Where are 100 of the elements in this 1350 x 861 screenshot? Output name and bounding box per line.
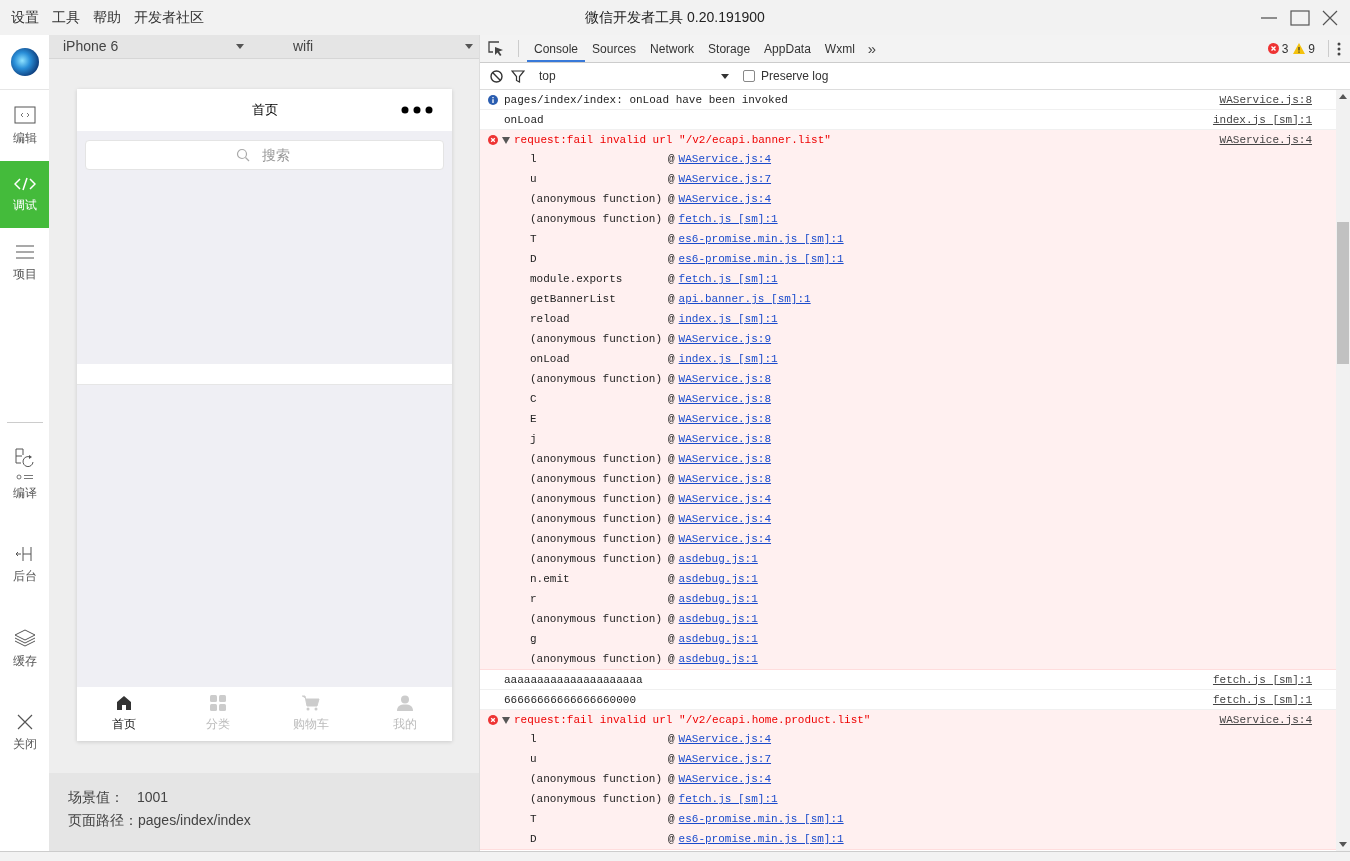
- at-sign: @: [668, 593, 675, 605]
- stack-link[interactable]: asdebug.js:1: [678, 633, 758, 645]
- stack-link[interactable]: asdebug.js:1: [678, 553, 758, 565]
- devtools-tab[interactable]: Wxml: [817, 35, 862, 62]
- stack-link[interactable]: WAService.js:4: [678, 193, 772, 205]
- stack-link[interactable]: WAService.js:8: [678, 413, 772, 425]
- stack-link[interactable]: WAService.js:8: [678, 453, 772, 465]
- at-sign: @: [668, 353, 675, 365]
- stack-link[interactable]: fetch.js [sm]:1: [678, 793, 778, 805]
- stack-link[interactable]: asdebug.js:1: [678, 653, 758, 665]
- devtools-tab[interactable]: Console: [527, 35, 586, 62]
- maximize-icon[interactable]: [1290, 9, 1310, 26]
- preserve-log-checkbox[interactable]: Preserve log: [743, 69, 829, 83]
- tab-bar-item[interactable]: 首页: [77, 686, 171, 741]
- scroll-thumb[interactable]: [1337, 222, 1349, 364]
- search-field[interactable]: 搜索: [85, 139, 444, 170]
- stack-function: (anonymous function): [530, 213, 664, 225]
- stack-link[interactable]: fetch.js [sm]:1: [678, 273, 778, 285]
- menu-item[interactable]: 工具: [52, 8, 80, 27]
- at-sign: @: [668, 153, 675, 165]
- context-select[interactable]: top: [533, 69, 729, 83]
- at-sign: @: [668, 533, 675, 545]
- stack-link[interactable]: asdebug.js:1: [678, 613, 758, 625]
- source-link[interactable]: fetch.js [sm]:1: [1212, 673, 1312, 686]
- network-select[interactable]: wifi: [293, 38, 478, 55]
- stack-link[interactable]: WAService.js:4: [678, 153, 772, 165]
- stack-link[interactable]: WAService.js:4: [678, 533, 772, 545]
- stack-link[interactable]: es6-promise.min.js [sm]:1: [678, 813, 844, 825]
- clear-icon[interactable]: [490, 69, 503, 83]
- sidebar-item[interactable]: 后台: [0, 530, 49, 599]
- devtools-tab[interactable]: Network: [643, 35, 702, 62]
- stack-link[interactable]: WAService.js:8: [678, 393, 772, 405]
- at-sign: @: [668, 453, 675, 465]
- source-link[interactable]: WAService.js:4: [1219, 133, 1312, 146]
- refresh-page-icon: [13, 447, 36, 469]
- sidebar-item[interactable]: 编译: [0, 431, 49, 516]
- stack-function: onLoad: [530, 353, 571, 365]
- stack-link[interactable]: asdebug.js:1: [678, 573, 758, 585]
- at-sign: @: [668, 493, 675, 505]
- stack-link[interactable]: WAService.js:8: [678, 433, 772, 445]
- avatar[interactable]: [10, 48, 39, 76]
- at-sign: @: [668, 773, 675, 785]
- source-link[interactable]: WAService.js:4: [1219, 713, 1312, 726]
- caret-down-icon[interactable]: [502, 135, 510, 144]
- settings-icon: [15, 473, 34, 481]
- warning-count: 9: [1308, 41, 1315, 56]
- devtools-tab[interactable]: Sources: [585, 35, 644, 62]
- stack-function: (anonymous function): [530, 513, 664, 525]
- source-link[interactable]: WAService.js:8: [1219, 93, 1312, 106]
- sidebar-item[interactable]: 关闭: [0, 698, 49, 767]
- stack-link[interactable]: asdebug.js:1: [678, 593, 758, 605]
- stack-link[interactable]: WAService.js:4: [678, 773, 772, 785]
- stack-link[interactable]: es6-promise.min.js [sm]:1: [678, 833, 844, 845]
- scrollbar[interactable]: [1336, 90, 1350, 851]
- devtools-tab[interactable]: Storage: [701, 35, 758, 62]
- scroll-up-icon[interactable]: [1339, 94, 1347, 99]
- sidebar-item[interactable]: 缓存: [0, 613, 49, 684]
- stack-link[interactable]: WAService.js:9: [678, 333, 772, 345]
- stack-link[interactable]: WAService.js:7: [678, 753, 772, 765]
- kebab-menu-icon[interactable]: [1337, 41, 1341, 56]
- error-count: 3: [1281, 41, 1289, 56]
- stack-link[interactable]: WAService.js:8: [678, 473, 772, 485]
- inspect-icon[interactable]: [488, 40, 504, 57]
- cart-icon: [302, 694, 321, 711]
- stack-link[interactable]: WAService.js:4: [678, 733, 772, 745]
- source-link[interactable]: index.js [sm]:1: [1212, 113, 1312, 126]
- stack-link[interactable]: WAService.js:4: [678, 493, 772, 505]
- devtools-tab[interactable]: AppData: [757, 35, 818, 62]
- stack-link[interactable]: es6-promise.min.js [sm]:1: [678, 253, 844, 265]
- stack-link[interactable]: api.banner.js [sm]:1: [678, 293, 811, 305]
- info-value: 1001: [137, 788, 169, 805]
- menu-item[interactable]: 开发者社区: [134, 8, 204, 27]
- sidebar-item[interactable]: 项目: [0, 228, 49, 297]
- stack-link[interactable]: index.js [sm]:1: [678, 313, 778, 325]
- device-select[interactable]: iPhone 6: [63, 38, 249, 55]
- stack-function: D: [530, 253, 538, 265]
- source-link[interactable]: fetch.js [sm]:1: [1212, 693, 1312, 706]
- stack-function: (anonymous function): [530, 493, 664, 505]
- sidebar-item[interactable]: 编辑: [0, 90, 49, 161]
- more-tabs-button[interactable]: »: [861, 40, 883, 57]
- stack-link[interactable]: WAService.js:4: [678, 513, 772, 525]
- warning-icon: [1293, 43, 1306, 54]
- at-sign: @: [668, 653, 675, 665]
- more-icon[interactable]: [401, 105, 433, 114]
- filter-icon[interactable]: [511, 69, 525, 83]
- stack-function: n.emit: [530, 573, 571, 585]
- stack-link[interactable]: es6-promise.min.js [sm]:1: [678, 233, 844, 245]
- stack-link[interactable]: WAService.js:8: [678, 373, 772, 385]
- menu-item[interactable]: 帮助: [93, 8, 121, 27]
- scroll-down-icon[interactable]: [1339, 842, 1347, 847]
- at-sign: @: [668, 313, 675, 325]
- stack-link[interactable]: fetch.js [sm]:1: [678, 213, 778, 225]
- stack-link[interactable]: WAService.js:7: [678, 173, 772, 185]
- close-icon[interactable]: [1322, 9, 1338, 26]
- stack-link[interactable]: index.js [sm]:1: [678, 353, 778, 365]
- stack-function: j: [530, 433, 538, 445]
- caret-down-icon[interactable]: [502, 715, 510, 724]
- menu-item[interactable]: 设置: [11, 8, 39, 27]
- stack-function: l: [530, 733, 538, 745]
- stack-function: u: [530, 173, 538, 185]
